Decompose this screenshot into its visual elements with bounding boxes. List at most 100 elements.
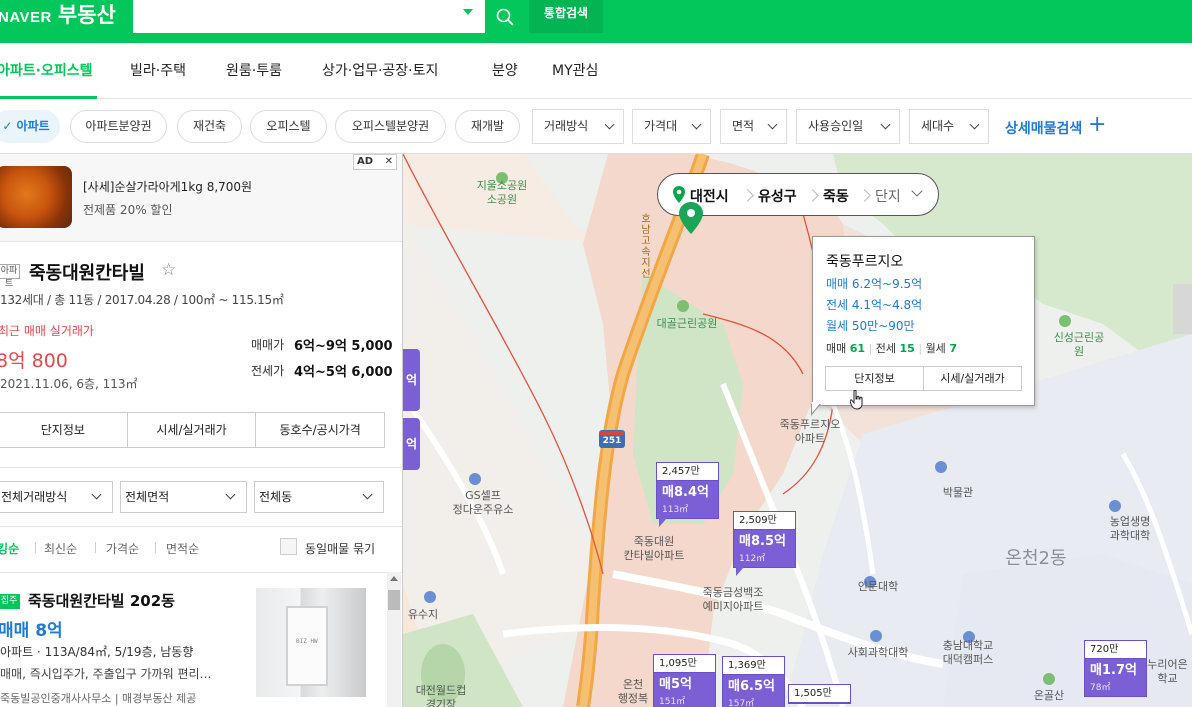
tab-oneroom-tworoom[interactable]: 원룸·투룸 bbox=[226, 60, 282, 80]
breadcrumb-district[interactable]: 유성구 bbox=[758, 186, 797, 206]
price-marker[interactable]: 1,505만 bbox=[788, 684, 851, 704]
select-building[interactable]: 전체동 bbox=[254, 481, 384, 513]
recent-trade-price: 8억 800 bbox=[0, 350, 68, 372]
search-dropdown-icon[interactable] bbox=[463, 9, 473, 15]
ad-badge: AD ✕ bbox=[353, 154, 397, 170]
popup-market-price-button[interactable]: 시세/실거래가 bbox=[924, 367, 1021, 390]
market-price-button[interactable]: 시세/실거래가 bbox=[128, 413, 257, 447]
map-label-social-science: 사회과학대학 bbox=[847, 646, 909, 659]
favorite-star-icon[interactable]: ☆ bbox=[161, 260, 176, 280]
sale-price-label: 매매가 bbox=[251, 338, 285, 352]
selected-location-pin-icon[interactable] bbox=[679, 202, 703, 234]
listing-spec: 아파트 · 113A/84㎡, 5/19층, 남동향 bbox=[0, 645, 194, 659]
naver-logo-text: NAVER bbox=[0, 9, 52, 26]
dropdown-approval-date[interactable]: 사용승인일 bbox=[796, 109, 900, 144]
dropdown-trade-type-label: 거래방식 bbox=[544, 119, 589, 133]
popup-jeonse-range: 전세 4.1억~4.8억 bbox=[826, 298, 923, 312]
dropdown-area-label: 면적 bbox=[732, 119, 755, 133]
chip-officetel-presale-right[interactable]: 오피스텔분양권 bbox=[335, 110, 446, 143]
scrollbar-thumb[interactable] bbox=[388, 590, 400, 610]
divider bbox=[0, 467, 402, 468]
search-input[interactable] bbox=[133, 0, 453, 33]
price-marker[interactable]: 1,369만 매6.5억 157㎡ bbox=[722, 656, 785, 707]
tab-apartment-officetel[interactable]: 아파트·오피스텔 bbox=[0, 60, 92, 80]
complex-meta: 132세대 / 총 11동 / 2017.04.28 / 100㎡ ~ 115.… bbox=[0, 293, 284, 307]
map-label-bio-college: 농업생명 과학대학 bbox=[1109, 515, 1151, 542]
price-marker[interactable]: 2,509만 매8.5억 112㎡ bbox=[733, 511, 796, 576]
group-same-listings-label[interactable]: 동일매물 묶기 bbox=[305, 540, 375, 557]
dropdown-households[interactable]: 세대수 bbox=[909, 109, 989, 144]
category-nav: 아파트·오피스텔 빌라·주택 원룸·투룸 상가·업무·공장·토지 분양 MY관심 bbox=[0, 43, 1192, 99]
dropdown-trade-type[interactable]: 거래방식 bbox=[532, 109, 624, 144]
chip-apartment-presale-right[interactable]: 아파트분양권 bbox=[70, 110, 167, 143]
listing-price: 매매 8억 bbox=[0, 621, 63, 641]
popup-sale-count-label: 매매 bbox=[826, 342, 847, 355]
complex-name: 죽동대원칸타빌 bbox=[29, 263, 145, 284]
select-building-label: 전체동 bbox=[259, 490, 293, 504]
map-label-highway: 호남고속지선 bbox=[641, 214, 651, 280]
sort-area[interactable]: 면적순 bbox=[166, 540, 199, 557]
group-same-listings-checkbox[interactable] bbox=[280, 538, 297, 555]
advanced-search-link[interactable]: 상세매물검색 bbox=[1005, 118, 1082, 138]
popup-title: 죽동푸르지오 bbox=[826, 254, 904, 270]
naver-real-estate-logo[interactable]: NAVER 부동산 bbox=[0, 0, 116, 34]
chevron-down-icon bbox=[969, 119, 980, 130]
total-search-button[interactable]: 통합검색 bbox=[529, 0, 603, 33]
marker-price: 매8.5억 bbox=[739, 534, 786, 549]
complex-info-button[interactable]: 단지정보 bbox=[0, 413, 128, 447]
popup-sale-range: 매매 6.2억~9.5억 bbox=[826, 277, 923, 291]
price-marker[interactable]: 1,095만 매5억 151㎡ bbox=[653, 654, 716, 707]
divider bbox=[0, 572, 402, 573]
listing-title[interactable]: 죽동대원칸타빌 202동 bbox=[28, 590, 175, 611]
unit-price-button[interactable]: 동호수/공시가격 bbox=[256, 413, 384, 447]
popup-sale-count: 61 bbox=[849, 342, 866, 355]
plus-icon[interactable]: + bbox=[1088, 112, 1106, 137]
chevron-down-icon bbox=[91, 489, 102, 500]
marker-price-per-area: 1,095만 bbox=[654, 655, 715, 673]
chevron-down-icon[interactable] bbox=[911, 185, 923, 197]
chip-reconstruction[interactable]: 재건축 bbox=[177, 110, 242, 143]
search-box bbox=[133, 0, 485, 33]
chevron-down-icon bbox=[767, 119, 778, 130]
dropdown-area[interactable]: 면적 bbox=[720, 109, 787, 144]
price-marker[interactable]: 720만 매1.7억 78㎡ bbox=[1084, 640, 1147, 697]
side-collapsed-tab-1[interactable]: 억 bbox=[403, 349, 420, 411]
tab-commercial-land[interactable]: 상가·업무·공장·토지 bbox=[322, 60, 438, 80]
sort-ranking[interactable]: 랭킹순 bbox=[0, 540, 19, 557]
filter-bar: ✓ 아파트 아파트분양권 재건축 오피스텔 오피스텔분양권 재개발 거래방식 가… bbox=[0, 99, 1192, 154]
tab-presale[interactable]: 분양 bbox=[492, 60, 518, 80]
tab-my-interest[interactable]: MY관심 bbox=[552, 60, 598, 80]
price-marker[interactable]: 2,457만 매8.4억 113㎡ bbox=[656, 462, 719, 527]
chip-officetel[interactable]: 오피스텔 bbox=[250, 110, 327, 143]
marker-area: 157㎡ bbox=[728, 699, 755, 707]
breadcrumb-complex[interactable]: 단지 bbox=[875, 186, 901, 206]
breadcrumb-dong[interactable]: 죽동 bbox=[823, 186, 849, 206]
marker-price: 매5억 bbox=[659, 677, 692, 692]
sort-divider bbox=[155, 542, 156, 553]
listing-agent: 죽동빌공인중개사사무소 | 매경부동산 제공 bbox=[0, 692, 197, 705]
side-collapsed-tab-2[interactable]: 억 bbox=[403, 418, 420, 470]
marker-price: 매6.5억 bbox=[728, 679, 775, 694]
popup-complex-info-button[interactable]: 단지정보 bbox=[826, 367, 924, 390]
sort-price[interactable]: 가격순 bbox=[106, 540, 139, 557]
listing-thumbnail[interactable]: BIZ HW bbox=[256, 588, 366, 697]
jeonse-price-value: 4억~5억 6,000 bbox=[294, 365, 393, 380]
tab-villa-house[interactable]: 빌라·주택 bbox=[130, 60, 186, 80]
sort-latest[interactable]: 최신순 bbox=[44, 540, 77, 557]
ad-close-icon[interactable]: ✕ bbox=[385, 155, 393, 169]
marker-pointer bbox=[659, 518, 667, 527]
dropdown-price[interactable]: 가격대 bbox=[632, 109, 711, 144]
chip-redevelopment[interactable]: 재개발 bbox=[455, 110, 520, 143]
scroll-up-arrow-icon[interactable] bbox=[390, 576, 398, 581]
ad-banner[interactable]: [사세]순살가라아게1kg 8,700원 전제품 20% 할인 AD ✕ bbox=[0, 154, 402, 242]
ad-title: [사세]순살가라아게1kg 8,700원 bbox=[83, 180, 253, 194]
map-view[interactable]: 지울소공원 소공원 대골근린공원 신성근린공원 호남고속지선 251 GS셀프 … bbox=[403, 154, 1192, 707]
recent-trade-label: 최근 매매 실거래가 bbox=[0, 324, 94, 338]
select-trade-type[interactable]: 전체거래방식 bbox=[0, 481, 113, 513]
select-trade-type-label: 전체거래방식 bbox=[1, 490, 68, 504]
chip-apartment[interactable]: ✓ 아파트 bbox=[0, 110, 60, 143]
select-area[interactable]: 전체면적 bbox=[120, 481, 247, 513]
popup-monthly-count: 7 bbox=[949, 342, 957, 355]
map-label-stadium: 대전월드컵 경기장 bbox=[415, 684, 467, 707]
search-button[interactable] bbox=[485, 0, 525, 33]
